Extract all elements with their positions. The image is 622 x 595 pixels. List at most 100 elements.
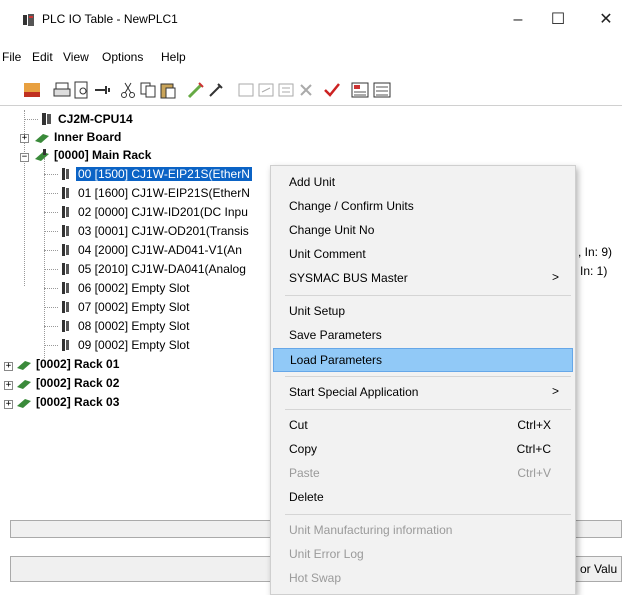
menu-item-unit-setup[interactable]: Unit Setup [273, 300, 573, 324]
tree-line [24, 119, 38, 120]
menu-item-unit-comment[interactable]: Unit Comment [273, 243, 573, 267]
rack-icon [35, 149, 49, 161]
unit-icon [62, 187, 69, 199]
menu-item-save-parameters[interactable]: Save Parameters [273, 324, 573, 348]
menu-item-sysmac-bus-master[interactable]: SYSMAC BUS Master > [273, 267, 573, 291]
expand-rack-02[interactable]: + [4, 381, 13, 390]
tree-item-slot-02[interactable]: 02 [0000] CJ1W-ID201(DC Inpu [78, 203, 248, 222]
menu-help[interactable]: Help [161, 50, 186, 64]
menu-item-label: Start Special Application [289, 385, 419, 399]
io-table-1-icon[interactable] [350, 80, 370, 100]
tree-line [44, 231, 58, 232]
menu-item-label: Copy [289, 442, 318, 456]
unit-icon [62, 320, 69, 332]
menu-item-shortcut: Ctrl+X [517, 418, 551, 432]
menu-item-add-unit[interactable]: Add Unit [273, 171, 573, 195]
status-panel-tail: or Valu [580, 562, 618, 576]
minimize-button[interactable]: – [506, 10, 530, 30]
tree-line [44, 193, 58, 194]
menu-item-label: Unit Error Log [289, 547, 364, 561]
menu-item-load-parameters[interactable]: Load Parameters [273, 348, 573, 372]
cpu-icon [42, 113, 51, 125]
unit-icon [62, 263, 69, 275]
menu-edit[interactable]: Edit [32, 50, 53, 64]
tree-line [44, 158, 45, 358]
menu-item-label: Change / Confirm Units [289, 199, 414, 213]
tree-item-slot-03[interactable]: 03 [0001] CJ1W-OD201(Transis [78, 222, 249, 241]
cfps-icon[interactable] [22, 80, 42, 100]
menu-item-label: SYSMAC BUS Master [289, 271, 408, 285]
menu-item-cut[interactable]: Cut Ctrl+X [273, 414, 573, 438]
menu-item-label: Cut [289, 418, 308, 432]
plc-io-table-window: PLC IO Table - NewPLC1 – ☐ ✕ File Edit V… [0, 0, 622, 595]
unit-icon [62, 244, 69, 256]
menu-item-start-special-application[interactable]: Start Special Application > [273, 381, 573, 405]
menu-item-label: Unit Manufacturing information [289, 523, 453, 537]
tree-item-slot-08[interactable]: 08 [0002] Empty Slot [78, 317, 189, 336]
tree-item-main-rack[interactable]: [0000] Main Rack [54, 146, 151, 165]
pin-icon[interactable] [92, 80, 112, 100]
io-table-2-icon[interactable] [372, 80, 392, 100]
wizard-icon[interactable] [186, 80, 206, 100]
check-icon[interactable] [322, 80, 342, 100]
context-menu: Add Unit Change / Confirm Units Change U… [270, 165, 576, 595]
menu-file[interactable]: File [2, 50, 21, 64]
window-title: PLC IO Table - NewPLC1 [42, 12, 178, 26]
menu-item-paste[interactable]: Paste Ctrl+V [273, 462, 573, 486]
collapse-main-rack[interactable]: − [20, 153, 29, 162]
tool-icon[interactable] [206, 80, 226, 100]
slot-00-label: 00 [1500] CJ1W-EIP21S(EtherN [76, 167, 252, 181]
tree-item-slot-06[interactable]: 06 [0002] Empty Slot [78, 279, 189, 298]
tree-line [44, 307, 58, 308]
slot-05-info-tail: In: 1) [580, 264, 608, 278]
menu-item-delete[interactable]: Delete [273, 486, 573, 510]
menu-item-label: Unit Comment [289, 247, 366, 261]
slot-04-info-tail: , In: 9) [578, 245, 613, 259]
menu-item-label: Paste [289, 466, 320, 480]
tree-item-slot-04[interactable]: 04 [2000] CJ1W-AD041-V1(An [78, 241, 242, 260]
maximize-button[interactable]: ☐ [546, 10, 570, 30]
plc-app-icon [23, 14, 34, 26]
menu-options[interactable]: Options [102, 50, 143, 64]
menu-item-unit-manufacturing-information[interactable]: Unit Manufacturing information [273, 519, 573, 543]
expand-rack-01[interactable]: + [4, 362, 13, 371]
menu-item-label: Save Parameters [289, 328, 382, 342]
tree-item-slot-07[interactable]: 07 [0002] Empty Slot [78, 298, 189, 317]
disabled-tool-1-icon[interactable] [236, 80, 256, 100]
tree-item-rack-01[interactable]: [0002] Rack 01 [36, 355, 119, 374]
copy-icon[interactable] [138, 80, 158, 100]
menu-item-label: Hot Swap [289, 571, 342, 585]
tree-item-inner-board[interactable]: Inner Board [54, 128, 121, 147]
tree-item-rack-03[interactable]: [0002] Rack 03 [36, 393, 119, 412]
tree-item-cpu[interactable]: CJ2M-CPU14 [58, 110, 133, 129]
menu-item-change-unit-no[interactable]: Change Unit No [273, 219, 573, 243]
tree-line [44, 345, 58, 346]
disabled-tool-4-icon[interactable] [296, 80, 316, 100]
expand-rack-03[interactable]: + [4, 400, 13, 409]
menu-item-change-confirm-units[interactable]: Change / Confirm Units [273, 195, 573, 219]
menu-separator [285, 409, 571, 410]
tree-item-slot-09[interactable]: 09 [0002] Empty Slot [78, 336, 189, 355]
close-button[interactable]: ✕ [594, 10, 618, 30]
submenu-arrow-icon: > [551, 384, 559, 398]
expand-inner-board[interactable]: + [20, 134, 29, 143]
paste-icon[interactable] [158, 80, 178, 100]
menu-item-copy[interactable]: Copy Ctrl+C [273, 438, 573, 462]
tree-item-slot-05[interactable]: 05 [2010] CJ1W-DA041(Analog [78, 260, 246, 279]
tree-line [44, 269, 58, 270]
menu-separator [285, 295, 571, 296]
menu-item-unit-error-log[interactable]: Unit Error Log [273, 543, 573, 567]
tree-line [44, 250, 58, 251]
tree-item-slot-01[interactable]: 01 [1600] CJ1W-EIP21S(EtherN [78, 184, 250, 203]
disabled-tool-3-icon[interactable] [276, 80, 296, 100]
rack-icon [17, 399, 31, 408]
cut-icon[interactable] [118, 80, 138, 100]
print-icon[interactable] [52, 80, 72, 100]
tree-item-slot-00[interactable]: 00 [1500] CJ1W-EIP21S(EtherN [76, 165, 252, 184]
print-preview-icon[interactable] [72, 80, 92, 100]
menu-item-hot-swap[interactable]: Hot Swap [273, 567, 573, 591]
tree-item-rack-02[interactable]: [0002] Rack 02 [36, 374, 119, 393]
disabled-tool-2-icon[interactable] [256, 80, 276, 100]
menu-view[interactable]: View [63, 50, 89, 64]
unit-icon [62, 225, 69, 237]
